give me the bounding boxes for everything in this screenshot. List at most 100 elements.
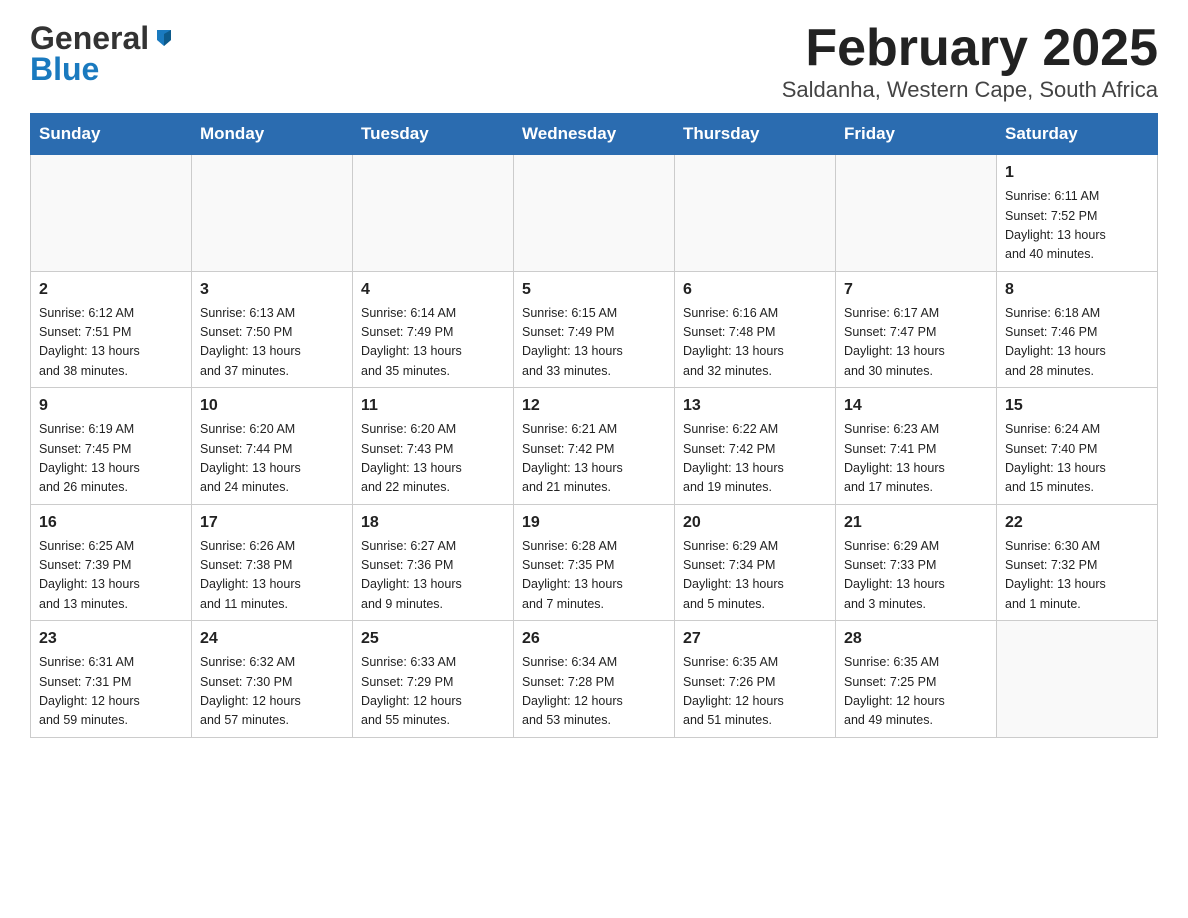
calendar-week-row: 16Sunrise: 6:25 AMSunset: 7:39 PMDayligh… (31, 504, 1158, 621)
calendar-day-cell (192, 155, 353, 272)
day-sun-info: Sunrise: 6:12 AMSunset: 7:51 PMDaylight:… (39, 304, 183, 382)
day-number: 27 (683, 627, 827, 651)
day-number: 23 (39, 627, 183, 651)
day-number: 3 (200, 278, 344, 302)
day-of-week-header: Thursday (675, 114, 836, 155)
day-sun-info: Sunrise: 6:31 AMSunset: 7:31 PMDaylight:… (39, 653, 183, 731)
day-number: 4 (361, 278, 505, 302)
day-sun-info: Sunrise: 6:19 AMSunset: 7:45 PMDaylight:… (39, 420, 183, 498)
calendar-day-cell: 18Sunrise: 6:27 AMSunset: 7:36 PMDayligh… (353, 504, 514, 621)
day-sun-info: Sunrise: 6:16 AMSunset: 7:48 PMDaylight:… (683, 304, 827, 382)
calendar-day-cell: 14Sunrise: 6:23 AMSunset: 7:41 PMDayligh… (836, 388, 997, 505)
calendar-day-cell: 15Sunrise: 6:24 AMSunset: 7:40 PMDayligh… (997, 388, 1158, 505)
calendar-week-row: 9Sunrise: 6:19 AMSunset: 7:45 PMDaylight… (31, 388, 1158, 505)
calendar-day-cell: 12Sunrise: 6:21 AMSunset: 7:42 PMDayligh… (514, 388, 675, 505)
day-sun-info: Sunrise: 6:27 AMSunset: 7:36 PMDaylight:… (361, 537, 505, 615)
day-number: 26 (522, 627, 666, 651)
calendar-day-cell: 13Sunrise: 6:22 AMSunset: 7:42 PMDayligh… (675, 388, 836, 505)
day-number: 5 (522, 278, 666, 302)
calendar-day-cell: 2Sunrise: 6:12 AMSunset: 7:51 PMDaylight… (31, 271, 192, 388)
calendar-week-row: 23Sunrise: 6:31 AMSunset: 7:31 PMDayligh… (31, 621, 1158, 738)
day-of-week-header: Monday (192, 114, 353, 155)
calendar-day-cell (353, 155, 514, 272)
day-sun-info: Sunrise: 6:23 AMSunset: 7:41 PMDaylight:… (844, 420, 988, 498)
day-number: 6 (683, 278, 827, 302)
calendar-day-cell: 28Sunrise: 6:35 AMSunset: 7:25 PMDayligh… (836, 621, 997, 738)
calendar-day-cell: 17Sunrise: 6:26 AMSunset: 7:38 PMDayligh… (192, 504, 353, 621)
day-number: 22 (1005, 511, 1149, 535)
day-sun-info: Sunrise: 6:15 AMSunset: 7:49 PMDaylight:… (522, 304, 666, 382)
day-number: 15 (1005, 394, 1149, 418)
calendar-day-cell: 24Sunrise: 6:32 AMSunset: 7:30 PMDayligh… (192, 621, 353, 738)
day-number: 1 (1005, 161, 1149, 185)
day-sun-info: Sunrise: 6:24 AMSunset: 7:40 PMDaylight:… (1005, 420, 1149, 498)
day-sun-info: Sunrise: 6:29 AMSunset: 7:33 PMDaylight:… (844, 537, 988, 615)
day-of-week-header: Tuesday (353, 114, 514, 155)
day-sun-info: Sunrise: 6:11 AMSunset: 7:52 PMDaylight:… (1005, 187, 1149, 265)
day-sun-info: Sunrise: 6:20 AMSunset: 7:44 PMDaylight:… (200, 420, 344, 498)
day-number: 20 (683, 511, 827, 535)
calendar-day-cell: 11Sunrise: 6:20 AMSunset: 7:43 PMDayligh… (353, 388, 514, 505)
day-number: 21 (844, 511, 988, 535)
day-sun-info: Sunrise: 6:13 AMSunset: 7:50 PMDaylight:… (200, 304, 344, 382)
day-sun-info: Sunrise: 6:32 AMSunset: 7:30 PMDaylight:… (200, 653, 344, 731)
day-number: 9 (39, 394, 183, 418)
day-number: 12 (522, 394, 666, 418)
day-of-week-header: Wednesday (514, 114, 675, 155)
day-sun-info: Sunrise: 6:26 AMSunset: 7:38 PMDaylight:… (200, 537, 344, 615)
day-of-week-header: Saturday (997, 114, 1158, 155)
calendar-day-cell: 26Sunrise: 6:34 AMSunset: 7:28 PMDayligh… (514, 621, 675, 738)
day-number: 18 (361, 511, 505, 535)
calendar-day-cell: 21Sunrise: 6:29 AMSunset: 7:33 PMDayligh… (836, 504, 997, 621)
day-sun-info: Sunrise: 6:28 AMSunset: 7:35 PMDaylight:… (522, 537, 666, 615)
day-sun-info: Sunrise: 6:35 AMSunset: 7:26 PMDaylight:… (683, 653, 827, 731)
day-of-week-header: Friday (836, 114, 997, 155)
day-number: 2 (39, 278, 183, 302)
day-sun-info: Sunrise: 6:35 AMSunset: 7:25 PMDaylight:… (844, 653, 988, 731)
calendar-week-row: 2Sunrise: 6:12 AMSunset: 7:51 PMDaylight… (31, 271, 1158, 388)
calendar-day-cell (997, 621, 1158, 738)
calendar-day-cell: 27Sunrise: 6:35 AMSunset: 7:26 PMDayligh… (675, 621, 836, 738)
day-sun-info: Sunrise: 6:22 AMSunset: 7:42 PMDaylight:… (683, 420, 827, 498)
calendar-day-cell (836, 155, 997, 272)
day-sun-info: Sunrise: 6:17 AMSunset: 7:47 PMDaylight:… (844, 304, 988, 382)
calendar-day-cell: 1Sunrise: 6:11 AMSunset: 7:52 PMDaylight… (997, 155, 1158, 272)
calendar-table: SundayMondayTuesdayWednesdayThursdayFrid… (30, 113, 1158, 738)
day-sun-info: Sunrise: 6:20 AMSunset: 7:43 PMDaylight:… (361, 420, 505, 498)
calendar-day-cell (675, 155, 836, 272)
day-sun-info: Sunrise: 6:18 AMSunset: 7:46 PMDaylight:… (1005, 304, 1149, 382)
calendar-week-row: 1Sunrise: 6:11 AMSunset: 7:52 PMDaylight… (31, 155, 1158, 272)
day-sun-info: Sunrise: 6:14 AMSunset: 7:49 PMDaylight:… (361, 304, 505, 382)
day-of-week-header: Sunday (31, 114, 192, 155)
day-sun-info: Sunrise: 6:33 AMSunset: 7:29 PMDaylight:… (361, 653, 505, 731)
day-number: 8 (1005, 278, 1149, 302)
logo-blue-text: Blue (30, 51, 99, 88)
calendar-day-cell: 7Sunrise: 6:17 AMSunset: 7:47 PMDaylight… (836, 271, 997, 388)
day-number: 13 (683, 394, 827, 418)
calendar-body: 1Sunrise: 6:11 AMSunset: 7:52 PMDaylight… (31, 155, 1158, 738)
page-header: General Blue February 2025 Saldanha, Wes… (30, 20, 1158, 103)
calendar-day-cell: 19Sunrise: 6:28 AMSunset: 7:35 PMDayligh… (514, 504, 675, 621)
day-number: 10 (200, 394, 344, 418)
day-sun-info: Sunrise: 6:29 AMSunset: 7:34 PMDaylight:… (683, 537, 827, 615)
day-sun-info: Sunrise: 6:25 AMSunset: 7:39 PMDaylight:… (39, 537, 183, 615)
calendar-header: SundayMondayTuesdayWednesdayThursdayFrid… (31, 114, 1158, 155)
day-number: 17 (200, 511, 344, 535)
calendar-day-cell: 3Sunrise: 6:13 AMSunset: 7:50 PMDaylight… (192, 271, 353, 388)
calendar-day-cell: 16Sunrise: 6:25 AMSunset: 7:39 PMDayligh… (31, 504, 192, 621)
calendar-day-cell (514, 155, 675, 272)
calendar-day-cell: 23Sunrise: 6:31 AMSunset: 7:31 PMDayligh… (31, 621, 192, 738)
calendar-day-cell: 20Sunrise: 6:29 AMSunset: 7:34 PMDayligh… (675, 504, 836, 621)
calendar-day-cell: 6Sunrise: 6:16 AMSunset: 7:48 PMDaylight… (675, 271, 836, 388)
calendar-day-cell: 8Sunrise: 6:18 AMSunset: 7:46 PMDaylight… (997, 271, 1158, 388)
day-sun-info: Sunrise: 6:21 AMSunset: 7:42 PMDaylight:… (522, 420, 666, 498)
logo: General Blue (30, 20, 175, 88)
day-number: 24 (200, 627, 344, 651)
day-number: 19 (522, 511, 666, 535)
day-number: 11 (361, 394, 505, 418)
calendar-month-year: February 2025 (782, 20, 1158, 77)
calendar-title-block: February 2025 Saldanha, Western Cape, So… (782, 20, 1158, 103)
day-number: 16 (39, 511, 183, 535)
calendar-day-cell (31, 155, 192, 272)
day-number: 28 (844, 627, 988, 651)
